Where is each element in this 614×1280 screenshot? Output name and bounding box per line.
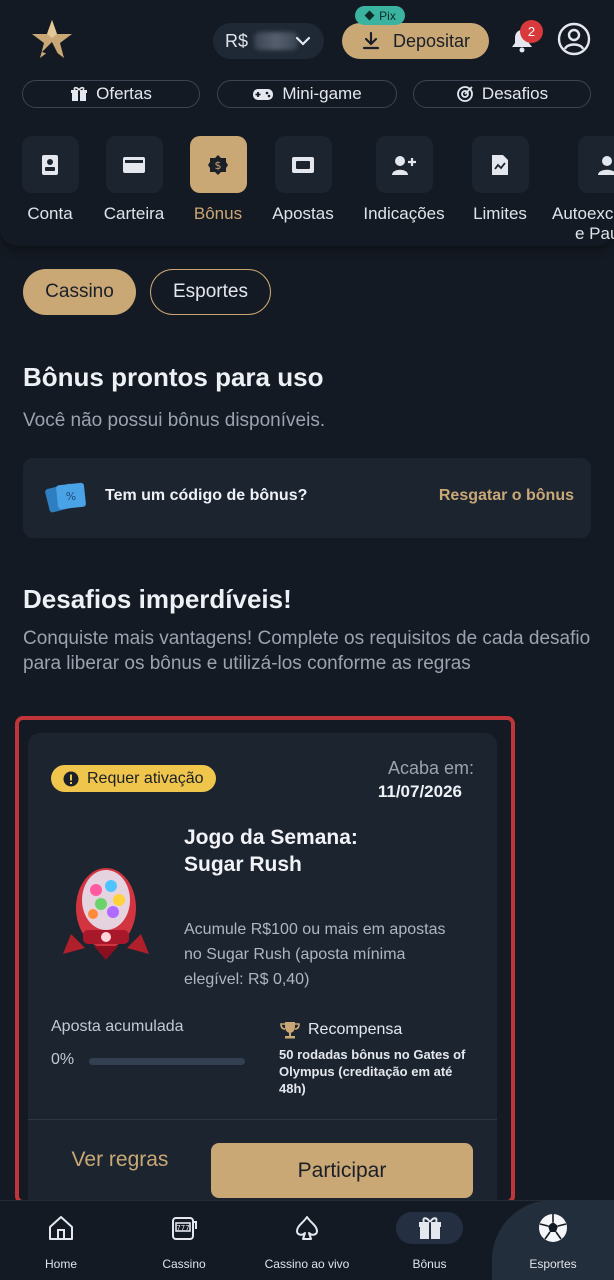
nav-label: Cassino ao vivo	[264, 1257, 350, 1271]
nav-label: Esportes	[529, 1257, 577, 1271]
challenges-description: Conquiste mais vantagens! Complete os re…	[23, 628, 591, 674]
svg-text:777: 777	[176, 1224, 189, 1232]
quick-link-minigame[interactable]: Mini-game	[217, 80, 397, 108]
wallet-icon	[105, 136, 163, 193]
challenges-title: Desafios imperdíveis!	[23, 584, 292, 614]
coupon-ticket-icon: %	[45, 482, 86, 513]
menu-item-bonus[interactable]: $ Bônus	[176, 136, 260, 224]
menu-item-label: Apostas	[272, 204, 334, 223]
menu-item-autoexclusao[interactable]: Autoexc e Pau	[550, 136, 614, 244]
menu-item-label: Indicações	[363, 204, 445, 223]
deposit-label: Depositar	[392, 30, 471, 51]
quick-link-desafios[interactable]: Desafios	[413, 80, 591, 108]
home-icon	[49, 1216, 73, 1240]
target-icon	[457, 86, 473, 102]
nav-label: Bônus	[412, 1257, 447, 1271]
nav-bonus[interactable]: Bônus	[396, 1200, 463, 1280]
tab-esportes[interactable]: Esportes	[150, 269, 271, 315]
redeem-bonus-link[interactable]: Resgatar o bônus	[439, 487, 574, 505]
menu-item-label: Bônus	[193, 204, 243, 223]
svg-text:%: %	[66, 490, 76, 503]
menu-item-limites[interactable]: Limites	[458, 136, 542, 224]
menu-item-carteira[interactable]: Carteira	[92, 136, 176, 224]
nav-cassino[interactable]: 777 Cassino	[150, 1200, 218, 1280]
nav-label: Home	[44, 1257, 77, 1271]
ready-bonus-empty: Você não possui bônus disponíveis.	[23, 410, 326, 431]
currency-label: R$	[225, 30, 249, 51]
menu-item-label: Limites	[473, 204, 527, 223]
bonus-code-question: Tem um código de bônus?	[105, 487, 308, 504]
add-user-icon	[375, 136, 433, 193]
menu-item-label: e Pau	[575, 224, 614, 243]
menu-item-indicacoes[interactable]: Indicações	[362, 136, 446, 224]
gift-icon	[418, 1217, 441, 1239]
pix-label: Pix	[379, 8, 396, 23]
menu-item-label: Carteira	[103, 204, 165, 223]
quick-link-label: Desafios	[481, 84, 549, 103]
gift-icon	[71, 86, 88, 101]
ticket-icon	[274, 136, 332, 193]
quick-link-label: Ofertas	[96, 84, 152, 103]
id-card-icon	[21, 136, 79, 193]
notification-badge: 2	[520, 20, 543, 43]
document-chart-icon	[471, 136, 529, 193]
menu-item-label: Autoexc	[552, 204, 614, 223]
nav-esportes[interactable]: Esportes	[518, 1200, 588, 1280]
nav-label: Cassino	[162, 1257, 206, 1271]
ready-bonus-title: Bônus prontos para uso	[23, 362, 324, 392]
bonus-coin-icon: $	[189, 136, 247, 193]
balance-hidden	[254, 32, 299, 50]
svg-text:$: $	[215, 159, 222, 172]
quick-link-ofertas[interactable]: Ofertas	[22, 80, 200, 108]
quick-link-label: Mini-game	[282, 84, 362, 103]
soccer-ball-icon	[539, 1214, 567, 1242]
selection-highlight	[15, 716, 515, 1204]
deposit-button[interactable]: Depositar	[342, 23, 489, 59]
menu-item-label: Conta	[27, 204, 73, 223]
nav-cassino-ao-vivo[interactable]: Cassino ao vivo	[257, 1200, 357, 1280]
bonus-code-card: % Tem um código de bônus? Resgatar o bôn…	[23, 458, 591, 538]
user-profile-icon[interactable]	[557, 22, 591, 56]
balance-selector[interactable]: R$	[213, 23, 324, 59]
nav-home[interactable]: Home	[30, 1200, 92, 1280]
download-icon	[362, 31, 380, 50]
gamepad-icon	[253, 89, 274, 100]
top-header: R$ Depositar Pix 2 Ofertas Mini-game Des…	[0, 0, 614, 246]
user-icon	[578, 136, 614, 193]
star-logo-icon[interactable]	[30, 18, 74, 62]
spade-icon	[296, 1216, 318, 1240]
menu-item-apostas[interactable]: Apostas	[261, 136, 345, 224]
slot-machine-icon: 777	[172, 1217, 197, 1240]
pix-badge: Pix	[355, 6, 405, 25]
menu-item-conta[interactable]: Conta	[8, 136, 92, 224]
tab-cassino[interactable]: Cassino	[23, 269, 136, 315]
chevron-down-icon	[295, 36, 311, 46]
pix-icon	[364, 10, 375, 21]
